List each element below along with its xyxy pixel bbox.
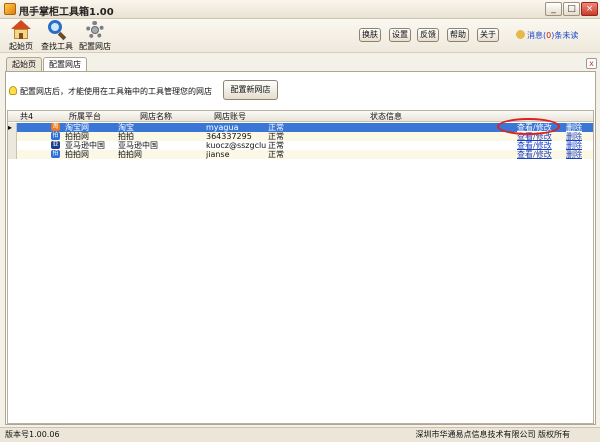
message-unread: 条未读: [554, 31, 579, 40]
col-shop-name[interactable]: 网店名称: [140, 111, 172, 122]
main-toolbar: 起始页 查找工具 配置网店 换肤 设置 反馈 帮助 关于 消息(0)条未读: [0, 19, 600, 53]
title-bar: 甩手掌柜工具箱1.00 _ □ ×: [0, 0, 600, 19]
view-edit-link[interactable]: 查看/修改: [517, 150, 552, 159]
settings-button[interactable]: 设置: [389, 28, 411, 42]
shop-name-cell: 拍拍: [118, 132, 134, 141]
message-label: 消息(: [527, 31, 547, 40]
config-hint: 配置网店后，才能使用在工具箱中的工具管理您的网店: [9, 86, 212, 97]
account-cell: 364337295: [206, 132, 252, 141]
shop-name-cell: 亚马逊中国: [118, 141, 158, 150]
add-shop-button[interactable]: 配置新网店: [223, 80, 278, 100]
tab-close-icon[interactable]: x: [586, 58, 597, 69]
platform-icon: 拍: [51, 150, 60, 158]
row-header[interactable]: [8, 132, 17, 141]
view-edit-link[interactable]: 查看/修改: [517, 141, 552, 150]
start-page-tool[interactable]: 起始页: [8, 20, 34, 52]
tab-strip: 起始页 配置网店: [6, 57, 87, 72]
delete-link[interactable]: 删除: [566, 150, 582, 159]
shop-name-cell: 淘宝: [118, 123, 134, 132]
status-cell: 正常: [268, 141, 284, 150]
version-text: 版本号1.00.06: [5, 430, 60, 439]
platform-icon: 亚: [51, 141, 60, 149]
platform-cell: 淘宝网: [65, 123, 89, 132]
tool-label: 起始页: [9, 42, 33, 51]
app-icon: [4, 3, 16, 15]
help-button[interactable]: 帮助: [447, 28, 469, 42]
minimize-button[interactable]: _: [545, 2, 562, 16]
table-row[interactable]: 拍拍拍网 拍拍网 jianse 正常 查看/修改 删除: [8, 150, 593, 159]
delete-link[interactable]: 删除: [566, 132, 582, 141]
tool-label: 配置网店: [79, 42, 111, 51]
maximize-button[interactable]: □: [563, 2, 580, 16]
shop-grid: 共4 所属平台 网店名称 网店账号 状态信息 ▸ 淘淘宝网 淘宝 myagua 正常 查看…: [7, 110, 594, 424]
hint-text: 配置网店后，才能使用在工具箱中的工具管理您的网店: [20, 87, 212, 96]
highlight-annotation: [497, 118, 560, 135]
close-button[interactable]: ×: [581, 2, 598, 16]
bulb-icon: [9, 86, 17, 95]
tab-start-page[interactable]: 起始页: [6, 57, 42, 71]
gear-icon: [84, 20, 106, 40]
platform-cell: 拍拍网: [65, 150, 89, 159]
status-cell: 正常: [268, 150, 284, 159]
delete-link[interactable]: 删除: [566, 141, 582, 150]
account-cell: kuocz@sszgclu...: [206, 141, 266, 150]
skin-button[interactable]: 换肤: [359, 28, 381, 42]
count-label: 共4: [20, 112, 34, 121]
search-icon: [46, 20, 68, 41]
col-platform[interactable]: 所属平台: [69, 111, 101, 122]
shop-name-cell: 拍拍网: [118, 150, 142, 159]
tab-config-shop[interactable]: 配置网店: [43, 57, 87, 72]
message-icon: [516, 30, 525, 39]
status-cell: 正常: [268, 123, 284, 132]
message-link[interactable]: 消息(0)条未读: [516, 30, 578, 41]
platform-cell: 拍拍网: [65, 132, 89, 141]
delete-link[interactable]: 删除: [566, 123, 582, 132]
table-row[interactable]: 拍拍拍网 拍拍 364337295 正常 查看/修改 删除: [8, 132, 593, 141]
account-cell: jianse: [206, 150, 230, 159]
config-shop-tool[interactable]: 配置网店: [78, 20, 112, 52]
account-cell: myagua: [206, 123, 239, 132]
col-status[interactable]: 状态信息: [370, 111, 402, 122]
find-tool[interactable]: 查找工具: [40, 20, 74, 52]
status-cell: 正常: [268, 132, 284, 141]
status-bar: 版本号1.00.06 深圳市华通易点信息技术有限公司 版权所有: [0, 427, 600, 442]
window-controls: _ □ ×: [545, 2, 598, 16]
platform-cell: 亚马逊中国: [65, 141, 105, 150]
copyright-text: 深圳市华通易点信息技术有限公司 版权所有: [415, 430, 570, 439]
row-header[interactable]: [8, 141, 17, 150]
tool-label: 查找工具: [41, 42, 73, 51]
platform-icon: 淘: [51, 123, 60, 131]
col-account[interactable]: 网店账号: [214, 111, 246, 122]
feedback-button[interactable]: 反馈: [417, 28, 439, 42]
table-row[interactable]: 亚亚马逊中国亚马逊中国kuocz@sszgclu...正常查看/修改删除: [8, 141, 593, 150]
home-icon: [10, 20, 32, 40]
row-header[interactable]: [8, 150, 17, 159]
platform-icon: 拍: [51, 132, 60, 140]
row-header[interactable]: ▸: [8, 123, 17, 132]
about-button[interactable]: 关于: [477, 28, 499, 42]
window-title: 甩手掌柜工具箱1.00: [19, 7, 114, 18]
